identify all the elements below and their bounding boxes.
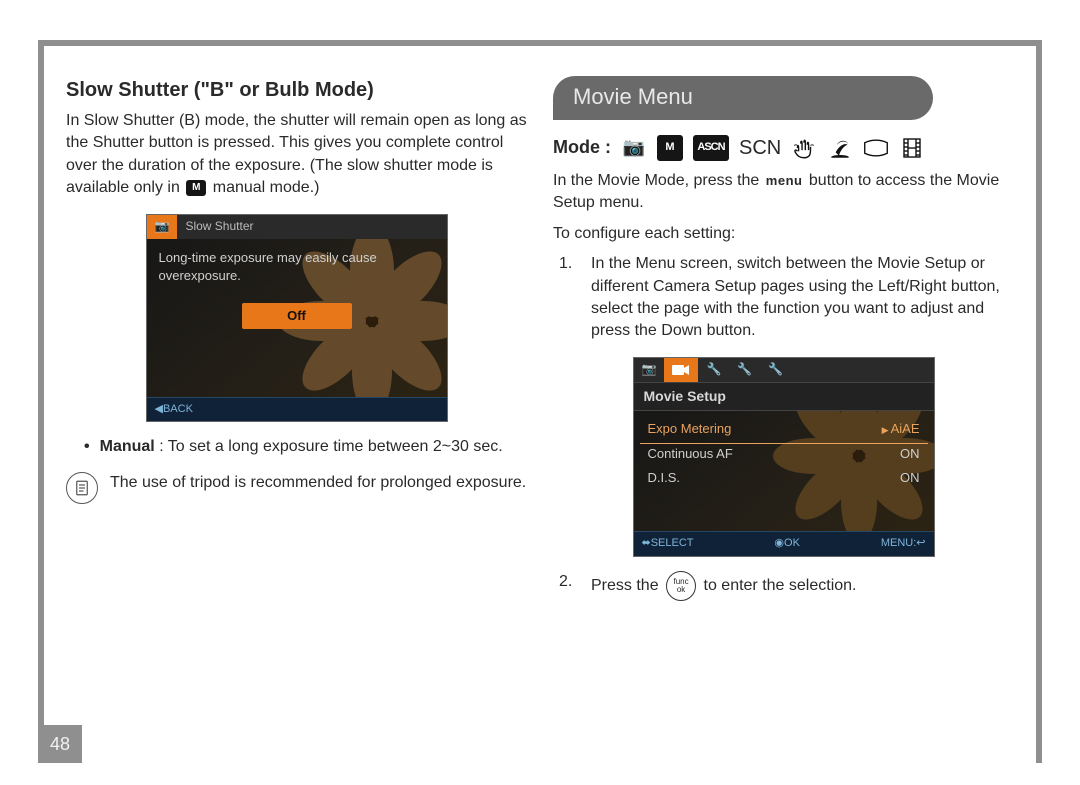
lcd2-foot-select: ⬌SELECT xyxy=(642,536,694,551)
mode-camera-icon: 📷 xyxy=(621,135,647,161)
lcd1-body: Long-time exposure may easily cause over… xyxy=(147,239,447,397)
lcd2-foot-menu: MENU:↩ xyxy=(881,536,926,551)
bullet-manual-text: Manual : To set a long exposure time bet… xyxy=(100,436,503,458)
func-ok-icon: func ok xyxy=(666,571,696,601)
menu-label-inline: menu xyxy=(766,172,803,190)
lcd2-row-2-label: D.I.S. xyxy=(648,469,681,487)
step-1-text: In the Menu screen, switch between the M… xyxy=(591,253,1014,343)
lcd2-foot-ok: ◉OK xyxy=(774,536,800,551)
step-2-text-a: Press the xyxy=(591,577,659,594)
func-label-bot: ok xyxy=(677,586,685,594)
bullet-manual-label: Manual xyxy=(100,438,155,455)
mode-panorama-icon xyxy=(863,135,889,161)
mode-scn-text: SCN xyxy=(739,134,781,162)
mode-row: Mode : 📷 M ASCN SCN xyxy=(553,134,1014,162)
movie-mode-text-a: In the Movie Mode, press the xyxy=(553,172,759,189)
bullet-manual-body: : To set a long exposure time between 2~… xyxy=(159,438,502,455)
lcd-movie-setup-screenshot: 📷 🔧 🔧 🔧 Movie Setup Expo Metering A xyxy=(633,357,935,557)
lcd2-footer: ⬌SELECT ◉OK MENU:↩ xyxy=(634,531,934,555)
heading-slow-shutter: Slow Shutter ("B" or Bulb Mode) xyxy=(66,76,527,104)
step-1: In the Menu screen, switch between the M… xyxy=(559,253,1014,343)
lcd2-row-1-value: ON xyxy=(900,445,920,463)
lcd1-tabbar: 📷 Slow Shutter xyxy=(147,215,447,239)
mode-hand-icon xyxy=(791,135,817,161)
column-left: Slow Shutter ("B" or Bulb Mode) In Slow … xyxy=(66,76,527,753)
lcd1-message: Long-time exposure may easily cause over… xyxy=(159,249,419,285)
column-right: Movie Menu Mode : 📷 M ASCN SCN xyxy=(553,76,1014,753)
pill-movie-menu: Movie Menu xyxy=(553,76,933,120)
steps-list: In the Menu screen, switch between the M… xyxy=(559,253,1014,343)
mode-ascn-icon: ASCN xyxy=(693,135,729,161)
step-2-body: Press the func ok to enter the selection… xyxy=(591,571,856,601)
lcd2-tab-wrench2-icon: 🔧 xyxy=(729,358,760,382)
tip-tripod-text: The use of tripod is recommended for pro… xyxy=(110,472,526,494)
lcd2-row-0: Expo Metering AiAE xyxy=(644,417,924,441)
tip-tripod: The use of tripod is recommended for pro… xyxy=(66,472,527,504)
lcd2-row-0-value: AiAE xyxy=(882,420,920,438)
page-frame: Slow Shutter ("B" or Bulb Mode) In Slow … xyxy=(38,40,1042,763)
lcd1-title: Slow Shutter xyxy=(177,215,446,239)
manual-page: Slow Shutter ("B" or Bulb Mode) In Slow … xyxy=(0,0,1080,785)
note-icon xyxy=(66,472,98,504)
lcd2-tab-wrench3-icon: 🔧 xyxy=(760,358,791,382)
step-2-text-b: to enter the selection. xyxy=(704,577,857,594)
lcd2-row-1-label: Continuous AF xyxy=(648,445,733,463)
steps-list-2: Press the func ok to enter the selection… xyxy=(559,571,1014,601)
configure-line: To configure each setting: xyxy=(553,223,1014,245)
lcd2-row-0-label: Expo Metering xyxy=(648,420,732,438)
lcd2-body: Expo Metering AiAE Continuous AF ON D.I.… xyxy=(634,411,934,531)
lcd2-tab-camera-icon: 📷 xyxy=(634,358,665,382)
lcd2-row-2-value: ON xyxy=(900,469,920,487)
bullet-manual: Manual : To set a long exposure time bet… xyxy=(84,436,527,458)
page-number-badge: 48 xyxy=(38,725,82,763)
slow-shutter-intro: In Slow Shutter (B) mode, the shutter wi… xyxy=(66,110,527,200)
lcd2-row-2: D.I.S. ON xyxy=(644,466,924,490)
lcd2-tab-wrench-icon: 🔧 xyxy=(698,358,729,382)
movie-mode-intro: In the Movie Mode, press the menu button… xyxy=(553,170,1014,215)
intro-text-b: manual mode.) xyxy=(208,179,319,196)
lcd1-footer: ◀BACK xyxy=(147,397,447,421)
mode-film-icon xyxy=(899,135,925,161)
mode-beach-icon xyxy=(827,135,853,161)
mode-m-icon: M xyxy=(657,135,683,161)
step-2: Press the func ok to enter the selection… xyxy=(559,571,1014,601)
lcd1-off-button: Off xyxy=(242,303,352,329)
lcd2-tabbar: 📷 🔧 🔧 🔧 xyxy=(634,358,934,382)
lcd2-tab-movie-icon xyxy=(664,358,698,382)
lcd2-setup-title: Movie Setup xyxy=(634,382,934,412)
lcd-slow-shutter-screenshot: 📷 Slow Shutter Long-time exposure may ea… xyxy=(146,214,448,422)
lcd1-tab-camera-icon: 📷 xyxy=(147,215,178,239)
lcd2-row-1: Continuous AF ON xyxy=(644,442,924,466)
mode-label: Mode : xyxy=(553,135,611,160)
m-mode-chip-icon: M xyxy=(186,180,206,196)
lcd1-back-hint: ◀BACK xyxy=(155,402,193,417)
